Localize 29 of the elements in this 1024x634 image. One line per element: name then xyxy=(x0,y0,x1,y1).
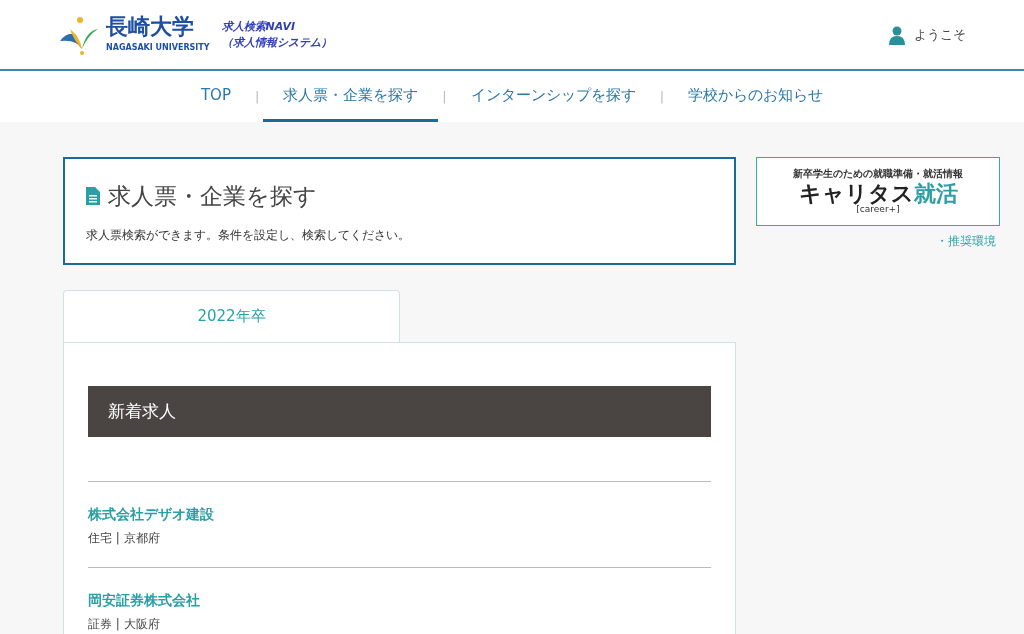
banner-subtext: [career+] xyxy=(856,205,900,214)
nav-separator: | xyxy=(253,87,261,106)
year-tab[interactable]: 2022年卒 xyxy=(63,290,400,343)
welcome-text: ようこそ xyxy=(914,25,966,44)
banner-tagline: 新卒学生のための就職準備・就活情報 xyxy=(793,169,963,179)
university-name: 長崎大学 xyxy=(106,15,195,38)
nav-separator: | xyxy=(658,87,666,106)
user-icon xyxy=(888,24,906,45)
university-logo-icon xyxy=(58,14,98,55)
company-detail: 証券 | 大阪府 xyxy=(88,616,161,633)
company-link[interactable]: 株式会社デザオ建設 xyxy=(88,504,711,525)
career-banner[interactable]: 新卒学生のための就職準備・就活情報 キャリタス就活 [career+] xyxy=(756,157,1000,226)
banner-brand-accent: 就活 xyxy=(913,183,958,205)
company-link[interactable]: 岡安証券株式会社 xyxy=(88,590,711,611)
nav-link[interactable]: 求人票・企業を探す xyxy=(263,71,439,122)
company-detail: 住宅 | 京都府 xyxy=(88,530,161,547)
page-title: 求人票・企業を探す xyxy=(108,182,317,211)
banner-brand: キャリタス xyxy=(798,183,914,205)
university-name-en: NAGASAKI UNIVERSITY xyxy=(106,41,210,54)
recommended-environment-link[interactable]: ・推奨環境 xyxy=(936,232,996,250)
page-description: 求人票検索ができます。条件を設定し、検索してください。 xyxy=(86,226,411,244)
system-name: 求人検索NAVI xyxy=(221,18,297,35)
nav-link[interactable]: TOP xyxy=(180,71,251,122)
nav-separator: | xyxy=(441,87,448,106)
document-icon xyxy=(86,187,100,206)
nav-link[interactable]: 学校からのお知らせ xyxy=(668,71,844,122)
nav-link[interactable]: インターンシップを探す xyxy=(450,71,656,122)
system-subtitle: （求人情報システム） xyxy=(221,34,332,51)
section-title: 新着求人 xyxy=(108,399,176,423)
